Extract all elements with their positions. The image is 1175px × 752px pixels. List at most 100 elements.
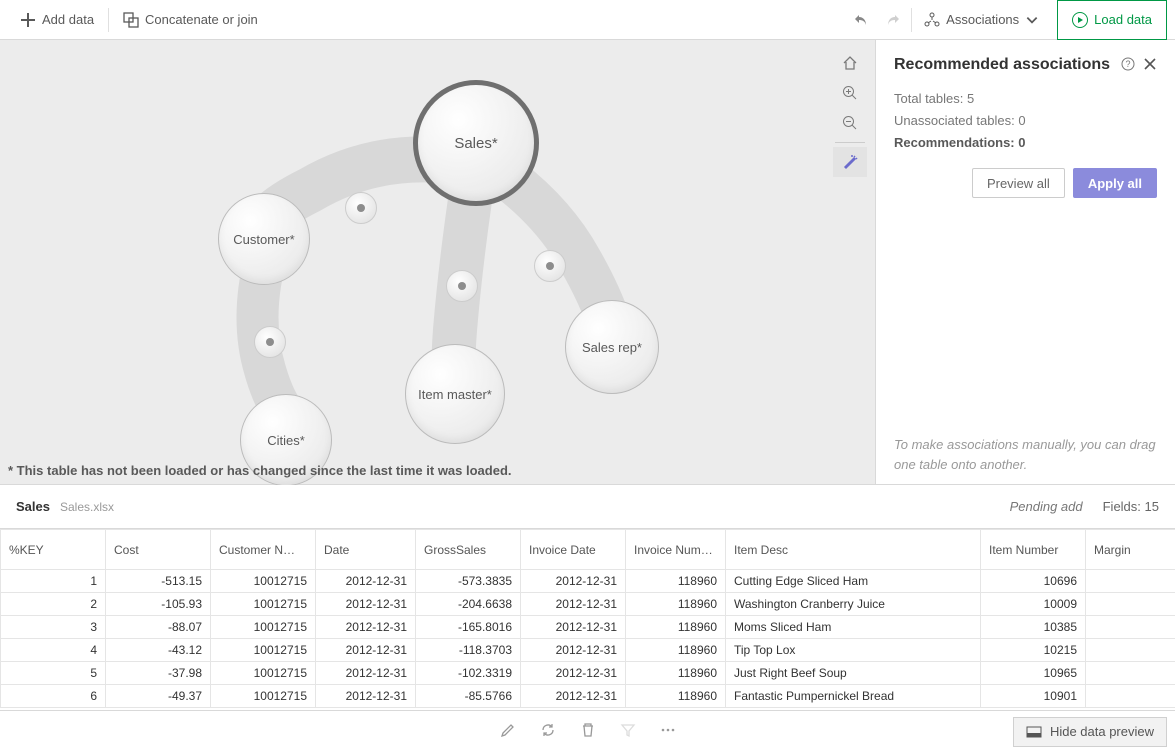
association-joint[interactable] bbox=[446, 270, 478, 302]
play-icon bbox=[1072, 12, 1088, 28]
table-cell: 10901 bbox=[981, 685, 1086, 708]
table-cell: 10215 bbox=[981, 639, 1086, 662]
table-row[interactable]: 1-513.15100127152012-12-31-573.38352012-… bbox=[1, 570, 1175, 593]
table-bubble-sales[interactable]: Sales* bbox=[413, 80, 539, 206]
column-header[interactable]: Invoice Num… bbox=[626, 530, 726, 570]
table-cell bbox=[1086, 593, 1175, 616]
table-cell: 10012715 bbox=[211, 593, 316, 616]
table-cell: 10012715 bbox=[211, 685, 316, 708]
associations-icon bbox=[924, 12, 940, 28]
table-row[interactable]: 6-49.37100127152012-12-31-85.57662012-12… bbox=[1, 685, 1175, 708]
table-cell: 10012715 bbox=[211, 662, 316, 685]
table-cell: 2012-12-31 bbox=[521, 570, 626, 593]
table-cell: 2012-12-31 bbox=[316, 593, 416, 616]
table-cell: 10965 bbox=[981, 662, 1086, 685]
data-preview-header: Sales Sales.xlsx Pending add Fields: 15 bbox=[0, 485, 1175, 529]
table-cell: -85.5766 bbox=[416, 685, 521, 708]
bottom-toolbar: Hide data preview bbox=[0, 710, 1175, 752]
column-header[interactable]: Customer N… bbox=[211, 530, 316, 570]
table-row[interactable]: 3-88.07100127152012-12-31-165.80162012-1… bbox=[1, 616, 1175, 639]
table-cell bbox=[1086, 570, 1175, 593]
concatenate-icon bbox=[123, 12, 139, 28]
table-cell: -165.8016 bbox=[416, 616, 521, 639]
table-bubble-customer[interactable]: Customer* bbox=[218, 193, 310, 285]
column-header[interactable]: %KEY bbox=[1, 530, 106, 570]
column-header[interactable]: GrossSales bbox=[416, 530, 521, 570]
home-view-button[interactable] bbox=[833, 48, 867, 78]
column-header[interactable]: Item Number bbox=[981, 530, 1086, 570]
undo-icon bbox=[853, 12, 869, 28]
apply-all-button[interactable]: Apply all bbox=[1073, 168, 1157, 198]
association-joint[interactable] bbox=[534, 250, 566, 282]
zoom-out-button[interactable] bbox=[833, 108, 867, 138]
recommendations-panel: Recommended associations ? Total tables:… bbox=[875, 40, 1175, 485]
table-cell: 10696 bbox=[981, 570, 1086, 593]
column-header[interactable]: Cost bbox=[106, 530, 211, 570]
table-cell: -573.3835 bbox=[416, 570, 521, 593]
redo-button[interactable] bbox=[877, 4, 909, 36]
column-header[interactable]: Margin bbox=[1086, 530, 1175, 570]
zoom-in-icon bbox=[842, 85, 858, 101]
filter-button[interactable] bbox=[620, 722, 636, 741]
table-cell bbox=[1086, 639, 1175, 662]
trash-icon bbox=[580, 722, 596, 738]
table-cell: -88.07 bbox=[106, 616, 211, 639]
table-row[interactable]: 5-37.98100127152012-12-31-102.33192012-1… bbox=[1, 662, 1175, 685]
preview-field-count: Fields: 15 bbox=[1103, 499, 1159, 514]
help-button[interactable]: ? bbox=[1121, 57, 1135, 74]
table-cell: 118960 bbox=[626, 616, 726, 639]
panel-title: Recommended associations bbox=[894, 56, 1121, 74]
close-panel-button[interactable] bbox=[1143, 57, 1157, 74]
table-cell bbox=[1086, 685, 1175, 708]
preview-table-name: Sales bbox=[16, 499, 50, 514]
chevron-down-icon bbox=[1025, 13, 1039, 27]
table-cell: 2012-12-31 bbox=[316, 662, 416, 685]
table-cell: 2012-12-31 bbox=[521, 685, 626, 708]
table-cell bbox=[1086, 662, 1175, 685]
refresh-icon bbox=[540, 722, 556, 738]
zoom-in-button[interactable] bbox=[833, 78, 867, 108]
total-tables-stat: Total tables: 5 bbox=[894, 88, 1157, 110]
more-button[interactable] bbox=[660, 722, 676, 741]
table-cell: 2012-12-31 bbox=[521, 639, 626, 662]
table-bubble-item-master[interactable]: Item master* bbox=[405, 344, 505, 444]
preview-file-name: Sales.xlsx bbox=[60, 500, 114, 514]
association-canvas[interactable]: Sales* Customer* Cities* Item master* Sa… bbox=[0, 40, 875, 485]
preview-all-button[interactable]: Preview all bbox=[972, 168, 1065, 198]
table-cell: -204.6638 bbox=[416, 593, 521, 616]
zoom-out-icon bbox=[842, 115, 858, 131]
add-data-button[interactable]: Add data bbox=[8, 0, 106, 40]
refresh-button[interactable] bbox=[540, 722, 556, 741]
delete-button[interactable] bbox=[580, 722, 596, 741]
associations-label: Associations bbox=[946, 12, 1019, 27]
table-cell: 2012-12-31 bbox=[521, 662, 626, 685]
canvas-footnote: * This table has not been loaded or has … bbox=[8, 463, 512, 478]
association-joint[interactable] bbox=[254, 326, 286, 358]
recommendations-stat: Recommendations: 0 bbox=[894, 132, 1157, 154]
association-joint[interactable] bbox=[345, 192, 377, 224]
table-cell: -49.37 bbox=[106, 685, 211, 708]
table-cell: Washington Cranberry Juice bbox=[726, 593, 981, 616]
edit-button[interactable] bbox=[500, 722, 516, 741]
load-data-button[interactable]: Load data bbox=[1057, 0, 1167, 40]
undo-button[interactable] bbox=[845, 4, 877, 36]
magic-wand-button[interactable] bbox=[833, 147, 867, 177]
column-header[interactable]: Date bbox=[316, 530, 416, 570]
unassociated-stat: Unassociated tables: 0 bbox=[894, 110, 1157, 132]
table-bubble-sales-rep[interactable]: Sales rep* bbox=[565, 300, 659, 394]
table-cell: -37.98 bbox=[106, 662, 211, 685]
column-header[interactable]: Item Desc bbox=[726, 530, 981, 570]
table-cell: 10012715 bbox=[211, 570, 316, 593]
table-cell: 118960 bbox=[626, 593, 726, 616]
table-cell: 2012-12-31 bbox=[316, 685, 416, 708]
table-row[interactable]: 4-43.12100127152012-12-31-118.37032012-1… bbox=[1, 639, 1175, 662]
associations-dropdown[interactable]: Associations bbox=[914, 4, 1049, 36]
close-icon bbox=[1143, 57, 1157, 71]
canvas-tools bbox=[833, 48, 867, 177]
table-cell: 2012-12-31 bbox=[521, 616, 626, 639]
concatenate-button[interactable]: Concatenate or join bbox=[111, 0, 270, 40]
hide-data-preview-button[interactable]: Hide data preview bbox=[1013, 717, 1167, 747]
table-cell: -118.3703 bbox=[416, 639, 521, 662]
column-header[interactable]: Invoice Date bbox=[521, 530, 626, 570]
table-row[interactable]: 2-105.93100127152012-12-31-204.66382012-… bbox=[1, 593, 1175, 616]
